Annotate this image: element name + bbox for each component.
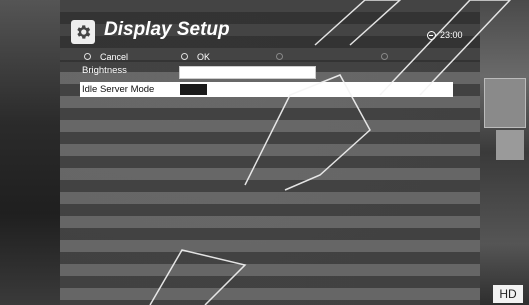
option-radio-icon[interactable] (276, 53, 283, 60)
page-title: Display Setup (104, 19, 230, 40)
idle-server-mode-label: Idle Server Mode (82, 84, 155, 95)
brightness-label: Brightness (82, 65, 127, 76)
clock-icon (427, 31, 436, 40)
background-sign-small (496, 130, 524, 160)
gear-icon (71, 20, 95, 44)
background-left-edge (0, 0, 60, 305)
cancel-button[interactable]: Cancel (100, 52, 128, 62)
cancel-radio-icon[interactable] (84, 53, 91, 60)
idle-server-mode-value[interactable] (180, 84, 207, 95)
option-radio-icon[interactable] (381, 53, 388, 60)
ok-radio-icon[interactable] (181, 53, 188, 60)
clock-time: 23:00 (440, 30, 463, 40)
hd-badge: HD (493, 285, 523, 303)
brightness-field[interactable] (179, 66, 316, 79)
ok-button[interactable]: OK (197, 52, 210, 62)
background-sign (484, 78, 526, 128)
